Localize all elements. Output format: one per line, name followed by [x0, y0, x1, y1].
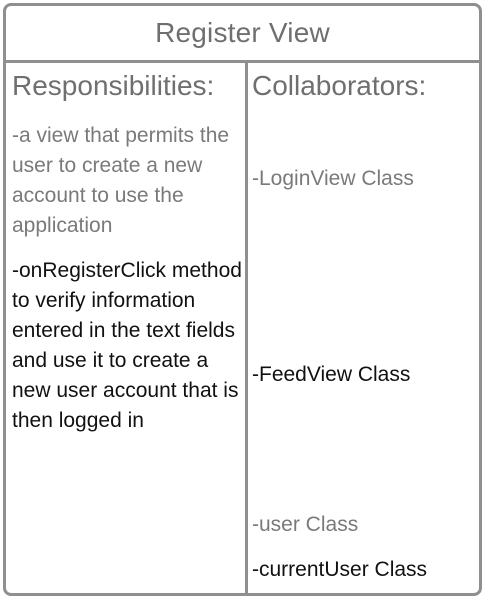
- responsibility-item: -a view that permits the user to create …: [12, 124, 230, 237]
- crc-card: Register View Responsibilities: Collabor…: [3, 3, 482, 596]
- collaborator-item: -FeedView Class: [252, 363, 411, 386]
- card-title: Register View: [155, 17, 330, 48]
- card-title-bar: Register View: [6, 6, 479, 63]
- collaborator-item: -user Class: [252, 513, 359, 536]
- collaborator-item: -currentUser Class: [252, 558, 428, 581]
- responsibility-item: -onRegisterClick method to verify inform…: [12, 259, 242, 432]
- collaborator-item: -LoginView Class: [252, 167, 414, 190]
- column-divider: [245, 63, 248, 593]
- responsibilities-header: Responsibilities:: [12, 70, 215, 101]
- collaborators-header: Collaborators:: [252, 70, 427, 101]
